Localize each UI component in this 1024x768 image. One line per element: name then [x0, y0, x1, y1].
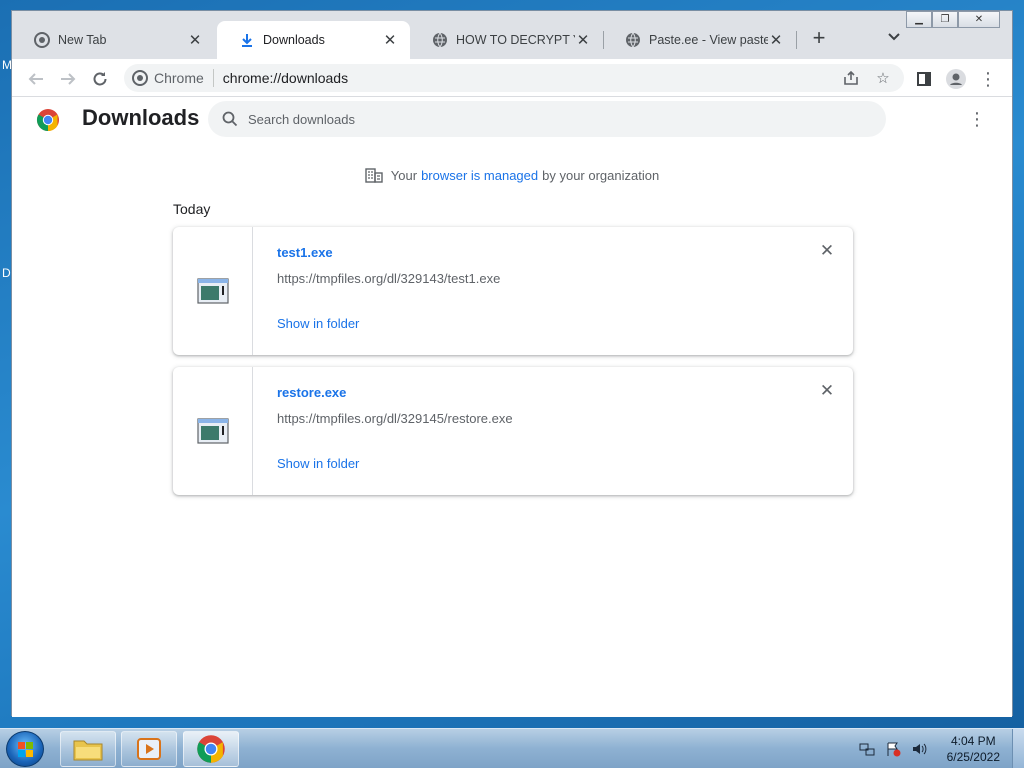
- profile-avatar-icon[interactable]: [944, 67, 968, 91]
- date-heading: Today: [173, 201, 211, 217]
- chrome-icon: [34, 32, 50, 48]
- omnibox-divider: [212, 69, 214, 87]
- media-player-icon: [137, 738, 161, 760]
- system-tray: 4:04 PM 6/25/2022: [857, 729, 1024, 768]
- tab-close-icon[interactable]: ✕: [187, 31, 203, 49]
- chrome-icon: [197, 735, 225, 763]
- remove-item-close-icon[interactable]: ✕: [819, 242, 835, 259]
- site-chip[interactable]: Chrome: [124, 70, 204, 86]
- tab-close-icon[interactable]: ✕: [382, 31, 398, 49]
- file-url[interactable]: https://tmpfiles.org/dl/329143/test1.exe: [277, 271, 500, 286]
- browser-toolbar: Chrome chrome://downloads ☆ ⋮: [12, 59, 1012, 97]
- show-desktop-button[interactable]: [1012, 729, 1024, 768]
- window-controls: ▁ ❐ ✕: [906, 11, 1000, 29]
- taskbar-explorer-button[interactable]: [60, 731, 116, 767]
- start-button[interactable]: [6, 731, 44, 767]
- action-center-flag-icon[interactable]: [883, 741, 903, 757]
- executable-file-icon: [196, 418, 229, 444]
- tab-close-icon[interactable]: ✕: [768, 31, 784, 49]
- site-chip-label: Chrome: [154, 70, 204, 86]
- tab-new-tab[interactable]: New Tab ✕: [12, 21, 215, 59]
- taskbar: 4:04 PM 6/25/2022: [0, 728, 1024, 768]
- kebab-menu-icon[interactable]: ⋮: [976, 67, 1000, 91]
- managed-notice: Your browser is managed by your organiza…: [12, 167, 1012, 183]
- globe-icon: [432, 32, 448, 48]
- chrome-logo-icon: [36, 108, 60, 137]
- clock-time: 4:04 PM: [950, 734, 996, 748]
- back-button[interactable]: [24, 67, 48, 91]
- tab-paste[interactable]: Paste.ee - View paste rx ✕: [603, 21, 796, 59]
- url-text[interactable]: chrome://downloads: [223, 70, 348, 86]
- folder-icon: [73, 740, 103, 761]
- share-icon[interactable]: [840, 68, 862, 88]
- taskbar-chrome-button[interactable]: [183, 731, 239, 767]
- minimize-button[interactable]: ▁: [906, 11, 932, 28]
- address-bar[interactable]: Chrome chrome://downloads ☆: [124, 64, 904, 92]
- volume-icon[interactable]: [909, 741, 929, 757]
- clock-date: 6/25/2022: [946, 750, 1000, 764]
- chevron-down-icon[interactable]: [884, 29, 904, 49]
- bookmark-star-icon[interactable]: ☆: [872, 68, 894, 88]
- executable-file-icon: [196, 278, 229, 304]
- search-icon: [222, 111, 238, 127]
- tab-strip: ▁ ❐ ✕ New Tab ✕ Downloads ✕ HOW TO DECRY…: [12, 11, 1012, 59]
- tab-downloads[interactable]: Downloads ✕: [217, 21, 410, 59]
- forward-arrow-icon: [61, 73, 76, 85]
- show-in-folder-link[interactable]: Show in folder: [277, 316, 359, 331]
- downloads-header: Downloads ⋮: [12, 97, 1012, 157]
- globe-icon: [625, 32, 641, 48]
- tab-title: New Tab: [58, 33, 107, 47]
- forward-button[interactable]: [56, 67, 80, 91]
- search-input[interactable]: [248, 111, 848, 127]
- page-title: Downloads: [82, 105, 200, 130]
- chrome-icon: [132, 70, 148, 86]
- show-in-folder-link[interactable]: Show in folder: [277, 456, 359, 471]
- desktop-icon-label: D: [2, 266, 11, 280]
- taskbar-media-player-button[interactable]: [121, 731, 177, 767]
- new-tab-button[interactable]: +: [807, 27, 831, 51]
- browser-window: ▁ ❐ ✕ New Tab ✕ Downloads ✕ HOW TO DECRY…: [11, 10, 1013, 717]
- search-box[interactable]: [208, 101, 886, 137]
- managed-suffix: by your organization: [542, 167, 660, 183]
- clock[interactable]: 4:04 PM 6/25/2022: [947, 733, 1000, 765]
- tab-title: Downloads: [263, 33, 325, 47]
- file-icon-column: [173, 227, 253, 355]
- remove-item-close-icon[interactable]: ✕: [819, 382, 835, 399]
- back-arrow-icon: [28, 73, 43, 85]
- download-item: test1.exe https://tmpfiles.org/dl/329143…: [173, 227, 853, 355]
- file-name-link[interactable]: restore.exe: [277, 385, 346, 400]
- tab-decrypt[interactable]: HOW TO DECRYPT YOU ✕: [410, 21, 603, 59]
- windows-logo-icon: [18, 742, 33, 757]
- tab-separator: [796, 31, 797, 49]
- file-url[interactable]: https://tmpfiles.org/dl/329145/restore.e…: [277, 411, 513, 426]
- tab-title: Paste.ee - View paste rx: [649, 33, 768, 47]
- omnibox-actions: ☆: [830, 68, 894, 88]
- managed-link[interactable]: browser is managed: [421, 168, 538, 183]
- download-icon: [239, 32, 255, 48]
- tab-close-icon[interactable]: ✕: [575, 31, 591, 49]
- building-icon: [365, 168, 383, 183]
- downloads-page: Downloads ⋮ Your browser is managed by y…: [12, 97, 1012, 717]
- maximize-button[interactable]: ❐: [932, 11, 958, 28]
- reload-button[interactable]: [88, 67, 112, 91]
- file-name-link[interactable]: test1.exe: [277, 245, 333, 260]
- side-panel-icon[interactable]: [912, 67, 936, 91]
- close-window-button[interactable]: ✕: [958, 11, 1000, 28]
- reload-icon: [93, 72, 107, 86]
- network-icon[interactable]: [857, 741, 877, 757]
- tab-title: HOW TO DECRYPT YOU: [456, 33, 575, 47]
- download-item: restore.exe https://tmpfiles.org/dl/3291…: [173, 367, 853, 495]
- managed-prefix: Your: [390, 167, 418, 183]
- more-actions-icon[interactable]: ⋮: [968, 109, 986, 129]
- file-icon-column: [173, 367, 253, 495]
